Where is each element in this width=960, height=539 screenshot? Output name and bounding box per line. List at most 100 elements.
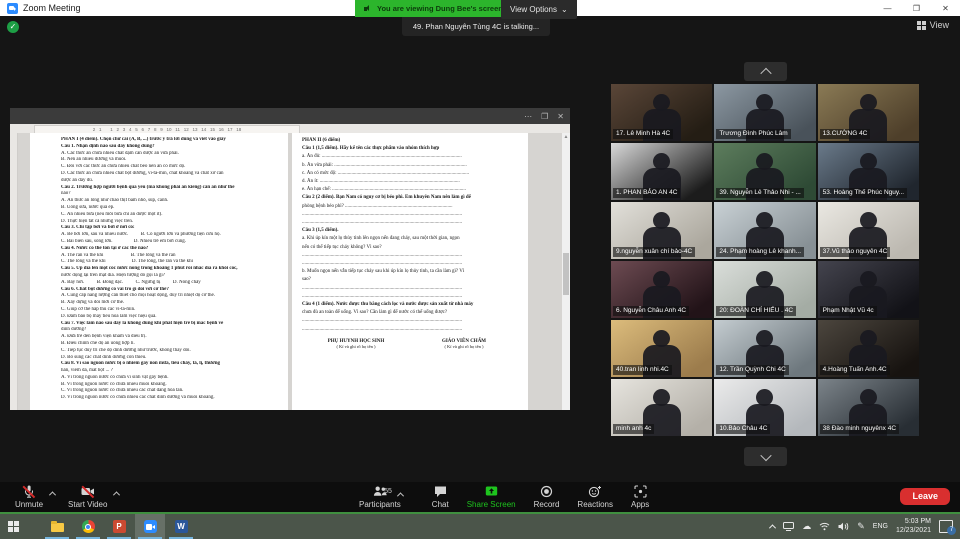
unmute-button[interactable]: Unmute — [6, 482, 52, 512]
scroll-up-icon: ▲ — [562, 133, 570, 141]
participant-tile[interactable]: 24. Phạm hoàng Lê khanh... — [714, 202, 815, 259]
view-layout-label: View — [930, 20, 949, 30]
participant-tile[interactable]: Phạm Nhật Vũ 4c — [818, 261, 919, 318]
doc-line: nào? — [61, 191, 274, 198]
participant-tile[interactable]: 40.tran linh nhi.4C — [611, 320, 712, 377]
participant-name: 20: ĐOÀN CHÍ HIẾU . 4C — [716, 306, 796, 316]
participant-tile[interactable]: 53. Hoàng Thế Phúc Nguy... — [818, 143, 919, 200]
grid-view-icon — [917, 21, 926, 30]
taskbar-word[interactable]: W — [166, 514, 196, 539]
taskbar-powerpoint[interactable]: P — [104, 514, 134, 539]
doc-line: d. Ăn ít: ..............................… — [302, 178, 518, 186]
meeting-info-shield-icon[interactable]: ✓ — [7, 21, 19, 33]
exam-page-1: PHẦN I (4 điểm). Chọn chữ cái (A, B, ...… — [30, 133, 288, 410]
participant-tile[interactable]: 39. Nguyễn Lê Thảo Nhi - ... — [714, 143, 815, 200]
chevron-down-icon — [760, 449, 771, 460]
participant-tile[interactable]: 17. Lê Minh Hà 4C — [611, 84, 712, 141]
doc-line: C. Giúp cơ thể hấp thu các vi-ta-min. — [61, 307, 274, 314]
doc-line: ........................................… — [302, 211, 518, 219]
participant-tile[interactable]: 4.Hoàng Tuấn Anh.4C — [818, 320, 919, 377]
view-options-button[interactable]: View Options ⌄ — [501, 0, 577, 19]
participant-tile[interactable]: 10.Bảo Châu 4C — [714, 379, 815, 436]
taskbar-file-explorer[interactable] — [42, 514, 72, 539]
participant-tile[interactable]: 38 Đào minh nguyênx 4C — [818, 379, 919, 436]
share-screen-icon — [484, 485, 498, 498]
view-layout-button[interactable]: View — [917, 20, 949, 30]
reactions-button[interactable]: Reactions — [568, 482, 622, 512]
doc-line: B. Điều chỉnh chế độ ăn uống hợp lí. — [61, 341, 274, 348]
participant-tile[interactable]: 13.CƯỜNG 4C — [818, 84, 919, 141]
start-button[interactable] — [0, 514, 26, 539]
doc-line: B. Nên ăn nhiều đường và muối. — [61, 157, 274, 164]
doc-line: B. Uống sữa, nước quả ép. — [61, 205, 274, 212]
tray-display-icon[interactable] — [783, 522, 794, 531]
gallery-scroll-up-button[interactable] — [744, 62, 787, 81]
participant-tile[interactable]: Trương Đình Phúc Lâm — [714, 84, 815, 141]
doc-line: D. Vì trong nguồn nước có chứa nhiều các… — [61, 395, 274, 402]
windows-logo-icon — [8, 521, 19, 532]
share-screen-button[interactable]: Share Screen — [458, 482, 525, 512]
doc-line: b. Ăn vừa phải: ........................… — [302, 162, 518, 170]
apps-icon — [633, 485, 647, 498]
leave-button[interactable]: Leave — [900, 488, 950, 505]
participant-name: 39. Nguyễn Lê Thảo Nhi - ... — [716, 188, 804, 198]
doc-line: Câu 6. Chất bột đường có vai trò gì đối … — [61, 287, 274, 294]
file-explorer-icon — [51, 523, 64, 532]
taskbar-chrome[interactable] — [73, 514, 103, 539]
participant-tile[interactable]: 9.nguyễn xuân chí bảo-4C — [611, 202, 712, 259]
participants-button[interactable]: 55 Participants — [350, 482, 410, 512]
mic-options-chevron[interactable] — [49, 491, 56, 498]
teacher-signature-sub: ( Kí và ghi rõ họ tên ) — [410, 344, 518, 349]
doc-line: Câu 5. Úp đĩa lên một cốc nước nóng tron… — [61, 266, 274, 273]
wifi-icon[interactable] — [819, 522, 830, 531]
hidden-icons-chevron[interactable] — [769, 524, 776, 531]
onedrive-cloud-icon[interactable]: ☁ — [802, 522, 811, 531]
doc-line: dinh dưỡng? — [61, 327, 274, 334]
taskbar-time: 5:03 PM — [896, 518, 931, 527]
participant-name: 9.nguyễn xuân chí bảo-4C — [613, 247, 695, 257]
ime-pen-icon[interactable]: ✎ — [857, 522, 865, 531]
taskbar-zoom[interactable] — [135, 514, 165, 539]
vertical-ruler — [10, 133, 18, 410]
doc-line: C. Tiếp tục duy trì chế độ dinh dưỡng nh… — [61, 348, 274, 355]
record-button[interactable]: Record — [525, 482, 569, 512]
chat-button[interactable]: Chat — [410, 482, 458, 512]
doc-line: D. Bổ sung các chất dinh dưỡng còn thiếu… — [61, 355, 274, 362]
participant-tile[interactable]: 20: ĐOÀN CHÍ HIẾU . 4C — [714, 261, 815, 318]
participant-tile[interactable]: 37.Vũ thảo nguyên 4C — [818, 202, 919, 259]
doc-line: ........................................… — [302, 252, 518, 260]
participant-name: 12. Trần Quỳnh Chi 4C — [716, 365, 788, 375]
start-video-button[interactable]: Start Video — [59, 482, 116, 512]
viewing-screen-banner-text: You are viewing Dung Bee's screen — [377, 4, 503, 13]
speaker-icon — [364, 4, 373, 13]
doc-line: ........................................… — [302, 293, 518, 301]
doc-line: phòng bệnh béo phì? ....................… — [302, 203, 518, 211]
maximize-button[interactable]: ❐ — [902, 0, 931, 16]
camera-off-icon — [81, 485, 95, 498]
participant-tile[interactable]: 6. Nguyễn Châu Anh 4C — [611, 261, 712, 318]
word-icon: W — [175, 520, 188, 533]
notification-badge: 7 — [947, 526, 956, 535]
doc-line: C. Thể lỏng và thể khí D. Thể lỏng, thể … — [61, 259, 274, 266]
taskbar-clock[interactable]: 5:03 PM 12/23/2021 — [896, 518, 931, 535]
participant-tile[interactable]: 1. PHAN BẢO AN 4C — [611, 143, 712, 200]
action-center-icon[interactable]: 7 — [939, 520, 953, 533]
signature-row: PHỤ HUYNH HỌC SINH ( Kí và ghi rõ họ tên… — [302, 339, 518, 349]
meeting-toolbar: Unmute Start Video 55 Participants Chat — [0, 482, 960, 512]
close-button[interactable]: ✕ — [931, 0, 960, 16]
apps-button[interactable]: Apps — [622, 482, 658, 512]
participant-tile[interactable]: 12. Trần Quỳnh Chi 4C — [714, 320, 815, 377]
participants-chevron[interactable] — [397, 492, 404, 499]
gallery-scroll-down-button[interactable] — [744, 447, 787, 466]
volume-icon[interactable] — [838, 522, 849, 531]
language-indicator[interactable]: ENG — [873, 523, 888, 530]
doc-line: được ăn đầy đủ. — [61, 178, 274, 185]
doc-line: D. Các thức ăn chứa nhiều chất bột đường… — [61, 171, 274, 178]
minimize-button[interactable]: — — [873, 0, 902, 16]
microphone-muted-icon — [22, 485, 36, 498]
video-options-chevron[interactable] — [113, 491, 120, 498]
view-options-label: View Options — [510, 5, 557, 14]
participant-name: Phạm Nhật Vũ 4c — [820, 306, 877, 316]
participant-tile[interactable]: minh anh 4c — [611, 379, 712, 436]
doc-line: Câu 2. Trường hợp người bệnh quá yếu (mà… — [61, 185, 274, 192]
